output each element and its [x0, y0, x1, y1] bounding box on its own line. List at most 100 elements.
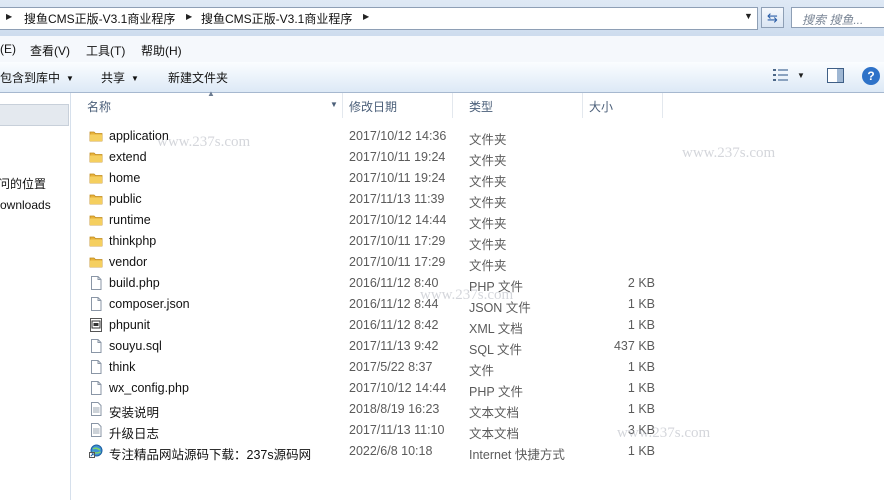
file-name: 专注精品网站源码下载：237s源码网 — [109, 448, 312, 462]
file-row[interactable]: think 2017/5/22 8:37 文件 1 KB — [71, 357, 884, 378]
new-folder-button[interactable]: 新建文件夹 — [168, 69, 228, 86]
watermark-text: www.237s.com — [617, 425, 711, 441]
file-name: composer.json — [109, 297, 190, 311]
file-date: 2017/11/13 9:42 — [349, 339, 439, 353]
address-bar-area: ▶ 搜鱼CMS正版-V3.1商业程序 ▶ 搜鱼CMS正版-V3.1商业程序 ▶ … — [0, 0, 884, 36]
refresh-icon: ⇆ — [767, 10, 778, 25]
file-icon — [89, 297, 103, 311]
file-size: 437 KB — [613, 339, 655, 353]
sort-ascending-icon: ▲ — [207, 89, 215, 98]
watermark-text: www.237s.com — [682, 145, 776, 161]
search-input[interactable]: 搜索 搜鱼... — [791, 7, 884, 28]
column-size-label: 大小 — [589, 100, 614, 114]
navigation-pane: 问的位置 ownloads — [0, 93, 71, 500]
watermark-text: www.237s.com — [420, 287, 514, 303]
nav-item-recent-places[interactable]: 问的位置 — [0, 175, 46, 192]
column-date-label: 修改日期 — [349, 100, 398, 114]
file-date: 2017/11/13 11:10 — [349, 423, 445, 437]
text-file-icon — [89, 402, 103, 416]
address-dropdown-icon[interactable]: ▼ — [744, 11, 753, 21]
breadcrumb-item[interactable]: 搜鱼CMS正版-V3.1商业程序 — [24, 10, 175, 27]
file-type: XML 文档 — [469, 322, 523, 336]
file-row[interactable]: wx_config.php 2017/10/12 14:44 PHP 文件 1 KB — [71, 378, 884, 399]
file-name: vendor — [109, 255, 148, 269]
file-name: phpunit — [109, 318, 151, 332]
folder-icon — [89, 234, 103, 248]
chevron-down-icon: ▼ — [66, 74, 74, 83]
column-type[interactable]: 类型 — [453, 93, 583, 118]
file-type: 文件夹 — [469, 238, 507, 252]
file-row[interactable]: souyu.sql 2017/11/13 9:42 SQL 文件 437 KB — [71, 336, 884, 357]
nav-item-downloads[interactable]: ownloads — [0, 198, 51, 212]
watermark-text: www.237s.com — [157, 134, 251, 150]
breadcrumb-item[interactable]: 搜鱼CMS正版-V3.1商业程序 — [201, 10, 352, 27]
folder-icon — [89, 171, 103, 185]
breadcrumb-arrow-icon[interactable]: ▶ — [186, 12, 192, 21]
file-name: souyu.sql — [109, 339, 162, 353]
file-date: 2017/5/22 8:37 — [349, 360, 433, 374]
folder-icon — [89, 129, 103, 143]
file-type: 文本文档 — [469, 406, 520, 420]
share-button[interactable]: 共享 ▼ — [101, 69, 139, 86]
file-date: 2017/10/12 14:44 — [349, 213, 447, 227]
file-row[interactable]: 专注精品网站源码下载：237s源码网 2022/6/8 10:18 Internet… — [71, 441, 884, 462]
file-icon — [89, 276, 103, 290]
menu-edit[interactable]: (E) — [0, 42, 16, 56]
nav-selected-item[interactable] — [0, 104, 69, 126]
chevron-down-icon: ▼ — [131, 74, 139, 83]
file-type: 文本文档 — [469, 427, 520, 441]
file-name: 安装说明 — [109, 406, 160, 420]
file-type: 文件 — [469, 364, 495, 378]
search-placeholder: 搜索 搜鱼... — [802, 13, 864, 27]
column-type-label: 类型 — [469, 100, 494, 114]
file-type: 文件夹 — [469, 175, 507, 189]
breadcrumb-arrow-icon[interactable]: ▶ — [6, 12, 12, 21]
folder-icon — [89, 213, 103, 227]
breadcrumb-arrow-icon[interactable]: ▶ — [363, 12, 369, 21]
file-type: 文件夹 — [469, 217, 507, 231]
file-date: 2022/6/8 10:18 — [349, 444, 433, 458]
view-options-button[interactable] — [773, 68, 789, 85]
menu-bar: (E) 查看(V) 工具(T) 帮助(H) — [0, 36, 884, 63]
file-size: 1 KB — [627, 402, 655, 416]
file-name: extend — [109, 150, 147, 164]
file-name: build.php — [109, 276, 160, 290]
include-in-library-button[interactable]: 包含到库中 ▼ — [0, 69, 74, 86]
menu-tools[interactable]: 工具(T) — [86, 42, 125, 59]
menu-help[interactable]: 帮助(H) — [141, 42, 182, 59]
file-name: runtime — [109, 213, 151, 227]
file-date: 2017/10/11 19:24 — [349, 171, 446, 185]
view-options-dropdown-icon[interactable]: ▼ — [797, 71, 805, 80]
file-row[interactable]: public 2017/11/13 11:39 文件夹 — [71, 189, 884, 210]
file-row[interactable]: vendor 2017/10/11 17:29 文件夹 — [71, 252, 884, 273]
file-size: 1 KB — [627, 381, 655, 395]
file-date: 2017/10/12 14:44 — [349, 381, 447, 395]
file-row[interactable]: 升级日志 2017/11/13 11:10 文本文档 3 KB — [71, 420, 884, 441]
file-row[interactable]: 安装说明 2018/8/19 16:23 文本文档 1 KB — [71, 399, 884, 420]
file-row[interactable]: home 2017/10/11 19:24 文件夹 — [71, 168, 884, 189]
file-name: thinkphp — [109, 234, 157, 248]
folder-icon — [89, 150, 103, 164]
internet-shortcut-icon — [89, 444, 103, 458]
file-date: 2018/8/19 16:23 — [349, 402, 440, 416]
folder-icon — [89, 192, 103, 206]
menu-view[interactable]: 查看(V) — [30, 42, 70, 59]
file-date: 2017/10/12 14:36 — [349, 129, 447, 143]
preview-pane-button[interactable] — [827, 68, 844, 86]
column-size[interactable]: 大小 — [573, 93, 663, 118]
file-date: 2017/10/11 17:29 — [349, 255, 446, 269]
include-in-library-label: 包含到库中 — [0, 71, 61, 85]
file-row[interactable]: runtime 2017/10/12 14:44 文件夹 — [71, 210, 884, 231]
help-icon: ? — [867, 69, 875, 83]
file-row[interactable]: thinkphp 2017/10/11 17:29 文件夹 — [71, 231, 884, 252]
column-name[interactable]: 名称 ▲ ▼ — [71, 89, 343, 118]
share-label: 共享 — [101, 71, 126, 85]
file-icon — [89, 381, 103, 395]
file-type: 文件夹 — [469, 196, 507, 210]
column-date[interactable]: 修改日期 — [333, 93, 453, 118]
help-button[interactable]: ? — [862, 67, 880, 85]
address-bar[interactable]: ▶ 搜鱼CMS正版-V3.1商业程序 ▶ 搜鱼CMS正版-V3.1商业程序 ▶ — [0, 7, 758, 30]
refresh-button[interactable]: ⇆ — [761, 7, 784, 28]
file-row[interactable]: phpunit 2016/11/12 8:42 XML 文档 1 KB — [71, 315, 884, 336]
text-file-icon — [89, 423, 103, 437]
